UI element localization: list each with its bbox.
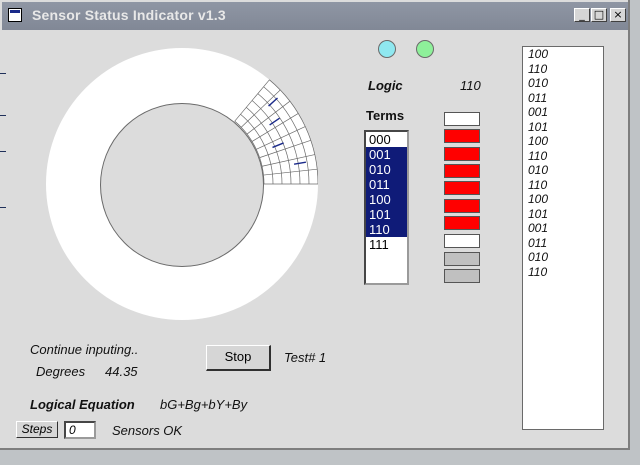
status-led-green: [416, 40, 434, 58]
term-item-0[interactable]: 000: [366, 132, 407, 147]
stop-button[interactable]: Stop: [206, 345, 271, 371]
sensors-status: Sensors OK: [112, 423, 183, 438]
history-item[interactable]: 110: [523, 178, 603, 193]
extra-indicator-0: [444, 252, 480, 266]
steps-button[interactable]: Steps: [16, 421, 58, 438]
steps-input[interactable]: 0: [64, 421, 96, 439]
term-item-3[interactable]: 011: [366, 177, 407, 192]
degrees-value: 44.35: [105, 364, 138, 379]
terms-label: Terms: [366, 108, 405, 123]
extra-indicator-1: [444, 269, 480, 283]
maximize-button[interactable]: □: [591, 8, 607, 22]
history-listbox[interactable]: 100 110 010 011 001 101 100 110 010 110 100 101 001 0…: [522, 46, 604, 430]
app-icon: [8, 8, 22, 22]
left-edge-artifacts: [0, 31, 8, 241]
test-number: Test# 1: [284, 350, 327, 365]
logic-value: 110: [460, 78, 481, 93]
window-title: Sensor Status Indicator v1.3: [32, 7, 226, 23]
terms-listbox[interactable]: 000 001 010 011 100 101 110 111: [364, 130, 409, 285]
term-item-5[interactable]: 101: [366, 207, 407, 222]
status-message: Continue inputing..: [30, 342, 139, 357]
history-item[interactable]: 110: [523, 62, 603, 77]
close-button[interactable]: ×: [610, 8, 626, 22]
minimize-button[interactable]: _: [574, 8, 590, 22]
history-item[interactable]: 100: [523, 134, 603, 149]
logic-label: Logic: [368, 78, 403, 93]
history-item[interactable]: 010: [523, 250, 603, 265]
history-item[interactable]: 010: [523, 76, 603, 91]
equation-label: Logical Equation: [30, 397, 135, 412]
history-item[interactable]: 010: [523, 163, 603, 178]
term-indicator-4: [444, 181, 480, 195]
term-item-2[interactable]: 010: [366, 162, 407, 177]
history-item[interactable]: 101: [523, 120, 603, 135]
sector-mark: [268, 97, 278, 107]
term-item-1[interactable]: 001: [366, 147, 407, 162]
term-indicator-6: [444, 216, 480, 230]
sector-mark: [293, 161, 307, 165]
equation-value: bG+Bg+bY+By: [160, 397, 248, 412]
history-item[interactable]: 011: [523, 236, 603, 251]
term-indicator-2: [444, 147, 480, 161]
term-indicator-7: [444, 234, 480, 248]
history-item[interactable]: 001: [523, 221, 603, 236]
main-window: Sensor Status Indicator v1.3 _ □ × Logic…: [0, 0, 630, 450]
history-item[interactable]: 100: [523, 47, 603, 62]
history-item[interactable]: 110: [523, 265, 603, 280]
term-indicator-0: [444, 112, 480, 126]
term-item-7[interactable]: 111: [366, 237, 407, 252]
term-item-6[interactable]: 110: [366, 222, 407, 237]
term-item-4[interactable]: 100: [366, 192, 407, 207]
status-led-cyan: [378, 40, 396, 58]
history-item[interactable]: 110: [523, 149, 603, 164]
title-bar[interactable]: Sensor Status Indicator v1.3 _ □ ×: [2, 2, 628, 30]
sensor-dial-center: [100, 103, 264, 267]
term-indicator-5: [444, 199, 480, 213]
history-item[interactable]: 100: [523, 192, 603, 207]
history-item[interactable]: 101: [523, 207, 603, 222]
degrees-label: Degrees: [36, 364, 86, 379]
history-item[interactable]: 011: [523, 91, 603, 106]
history-item[interactable]: 001: [523, 105, 603, 120]
term-indicator-1: [444, 129, 480, 143]
term-indicator-3: [444, 164, 480, 178]
